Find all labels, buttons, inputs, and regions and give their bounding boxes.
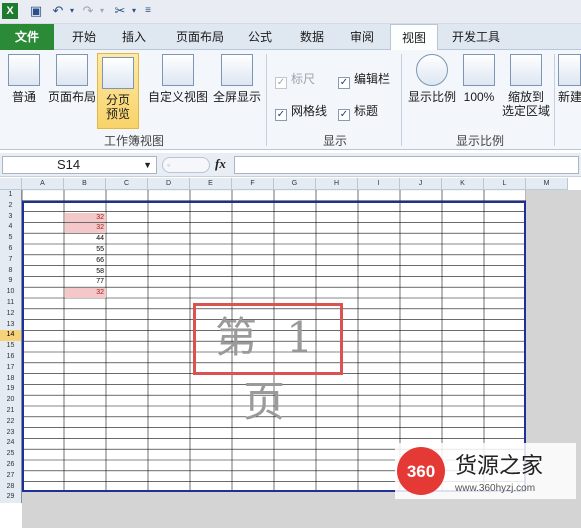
- formula-bar-checkbox[interactable]: ✓ 编辑栏: [338, 70, 390, 89]
- tab-view[interactable]: 视图: [390, 24, 438, 50]
- normal-view-button[interactable]: 普通: [4, 54, 44, 120]
- full-screen-label: 全屏显示: [212, 90, 261, 104]
- name-box-dropdown-icon[interactable]: ▼: [143, 157, 152, 173]
- tab-home[interactable]: 开始: [60, 24, 108, 50]
- tab-insert[interactable]: 插入: [110, 24, 158, 50]
- full-screen-icon: [221, 54, 253, 86]
- zoom-100-button[interactable]: 100%: [460, 54, 498, 120]
- cell-B5[interactable]: 44: [65, 234, 106, 244]
- cell-B8[interactable]: 58: [65, 267, 106, 277]
- cell-B6[interactable]: 55: [65, 245, 106, 255]
- zoom-button[interactable]: 显示比例: [406, 54, 458, 120]
- zoom-to-selection-label: 缩放到 选定区域: [501, 90, 550, 118]
- normal-view-label: 普通: [11, 90, 36, 104]
- new-window-button[interactable]: 新建: [558, 54, 581, 120]
- group-separator: [266, 54, 267, 146]
- custom-view-label: 自定义视图: [147, 90, 208, 104]
- group-label-show: 显示: [322, 134, 347, 148]
- page-layout-label: 页面布局: [47, 90, 96, 104]
- excel-icon[interactable]: X: [2, 3, 18, 19]
- zoom-to-selection-button[interactable]: 缩放到 选定区域: [500, 54, 552, 128]
- group-separator: [554, 54, 555, 146]
- tab-formulas[interactable]: 公式: [238, 24, 282, 50]
- magnifier-icon: [416, 54, 448, 86]
- tab-developer[interactable]: 开发工具: [444, 24, 508, 50]
- gridlines-checkbox[interactable]: ✓ 网格线: [275, 102, 327, 121]
- zoom-label: 显示比例: [407, 90, 456, 104]
- save-icon[interactable]: ▣: [28, 3, 44, 19]
- formula-bar-label: 编辑栏: [354, 72, 391, 86]
- formula-input[interactable]: [234, 156, 579, 174]
- check-icon: ✓: [338, 77, 350, 89]
- quick-access-toolbar: X ▣ ↶ ▾ ↷ ▾ ✂ ▾ ≡: [0, 0, 581, 24]
- cell-B3[interactable]: 32: [65, 212, 106, 223]
- zoom-100-label: 100%: [463, 90, 495, 104]
- tab-page-layout[interactable]: 页面布局: [164, 24, 236, 50]
- formula-bar-resize-handle[interactable]: ◦: [162, 157, 210, 173]
- site-logo: 360 货源之家 www.360hyzj.com: [395, 443, 576, 499]
- cell-B7[interactable]: 66: [65, 256, 106, 266]
- tab-review[interactable]: 审阅: [340, 24, 384, 50]
- group-label-zoom: 显示比例: [455, 134, 504, 148]
- page-layout-view-button[interactable]: 页面布局: [46, 54, 98, 120]
- page-layout-icon: [56, 54, 88, 86]
- undo-dropdown-icon[interactable]: ▾: [64, 3, 80, 19]
- logo-url: www.360hyzj.com: [454, 483, 535, 494]
- new-window-label: 新建: [558, 90, 581, 104]
- custom-view-button[interactable]: 自定义视图: [147, 54, 209, 120]
- page-number-watermark: 第 1 页: [193, 303, 343, 426]
- check-icon: ✓: [275, 109, 287, 121]
- group-label-workbook-views: 工作簿视图: [103, 134, 164, 148]
- name-box[interactable]: S14 ▼: [2, 156, 157, 174]
- name-box-value: S14: [57, 157, 81, 172]
- ruler-checkbox[interactable]: ✓ 标尺: [275, 70, 315, 89]
- cell-B10[interactable]: 32: [65, 288, 106, 298]
- logo-number: 360: [407, 462, 435, 481]
- tab-data[interactable]: 数据: [290, 24, 334, 50]
- full-screen-button[interactable]: 全屏显示: [211, 54, 263, 120]
- check-icon: ✓: [338, 109, 350, 121]
- ribbon-tabs: 文件 开始 插入 页面布局 公式 数据 审阅 视图 开发工具: [0, 24, 581, 50]
- ribbon-view: 普通 页面布局 分页 预览 自定义视图 全屏显示 工作簿视图 ✓ 标尺 ✓ 编辑栏 …: [0, 50, 581, 150]
- redo-dropdown-icon[interactable]: ▾: [94, 3, 110, 19]
- insert-function-icon[interactable]: fx: [215, 156, 226, 172]
- customize-qat-icon[interactable]: ≡: [140, 3, 156, 19]
- new-window-icon: [558, 54, 581, 86]
- gridlines-label: 网格线: [291, 104, 328, 118]
- normal-view-icon: [8, 54, 40, 86]
- check-icon: ✓: [275, 77, 287, 89]
- ruler-label: 标尺: [291, 72, 316, 86]
- zoom-selection-icon: [510, 54, 542, 86]
- page-break-preview-button[interactable]: 分页 预览: [97, 53, 139, 129]
- page-break-icon: [102, 57, 134, 89]
- cell-B9[interactable]: 77: [65, 277, 106, 287]
- cell-B4[interactable]: 32: [65, 223, 106, 234]
- page-break-preview-label: 分页 预览: [105, 93, 130, 121]
- formula-bar: S14 ▼ ◦ fx: [0, 153, 581, 177]
- logo-name: 货源之家: [455, 454, 543, 479]
- tab-file[interactable]: 文件: [0, 24, 54, 50]
- headings-label: 标题: [354, 104, 379, 118]
- custom-view-icon: [162, 54, 194, 86]
- page-100-icon: [463, 54, 495, 86]
- headings-checkbox[interactable]: ✓ 标题: [338, 102, 378, 121]
- group-separator: [401, 54, 402, 146]
